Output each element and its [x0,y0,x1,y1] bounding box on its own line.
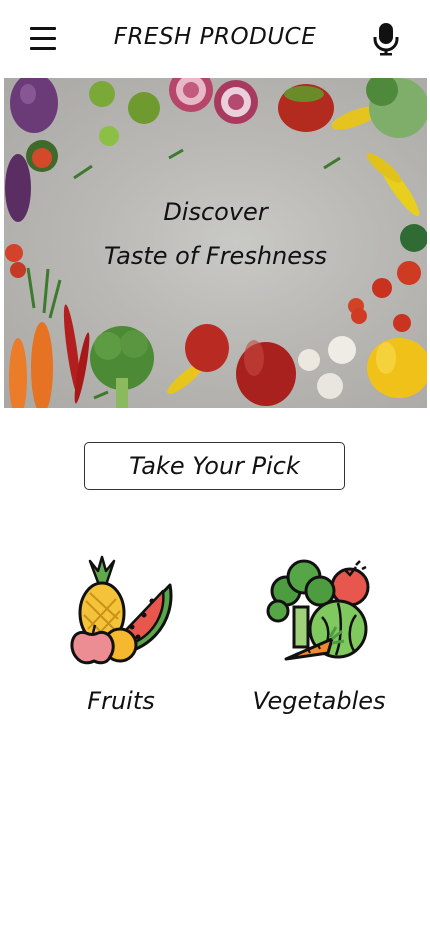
hero-headline-line2: Taste of Freshness [103,242,328,270]
category-vegetables[interactable]: Vegetables [234,555,404,730]
hero-banner: Discover Taste of Freshness [4,78,427,408]
app-header: FRESH PRODUCE [0,0,430,78]
vegetables-icon [266,559,370,661]
category-fruits[interactable]: Fruits [36,555,206,730]
app-title: FRESH PRODUCE [113,24,317,50]
microphone-icon[interactable] [372,22,400,56]
fruits-icon [70,555,173,665]
take-your-pick-button[interactable]: Take Your Pick [84,442,345,490]
hero-headline-line1: Discover [163,198,268,226]
category-label-fruits: Fruits [87,687,155,715]
category-label-vegetables: Vegetables [252,687,386,715]
